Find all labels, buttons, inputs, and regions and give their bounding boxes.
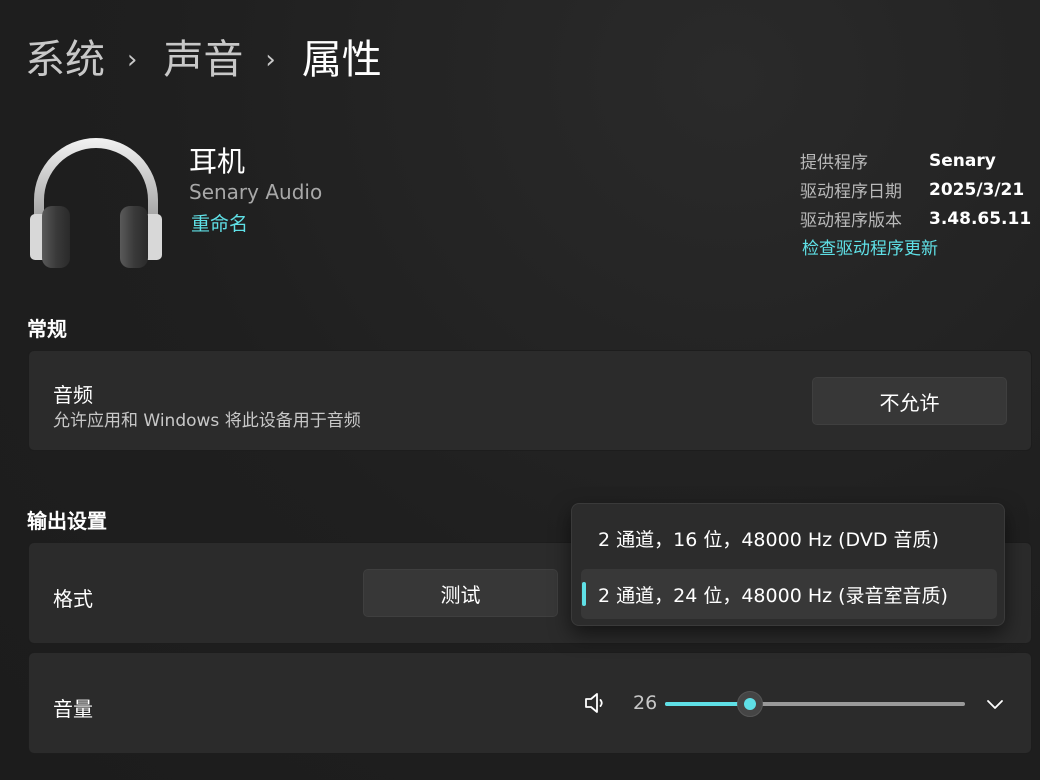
audio-card: 音频 允许应用和 Windows 将此设备用于音频 不允许 — [28, 350, 1032, 451]
breadcrumb-separator: › — [127, 45, 138, 75]
selected-indicator — [582, 582, 586, 606]
format-option-label: 2 通道，16 位，48000 Hz (DVD 音质) — [598, 529, 939, 551]
driver-date-row: 驱动程序日期 2025/3/21 — [800, 175, 1031, 204]
audio-description: 允许应用和 Windows 将此设备用于音频 — [53, 411, 361, 431]
breadcrumb: 系统 › 声音 › 属性 — [25, 30, 382, 90]
info-value: 2025/3/21 — [929, 179, 1025, 200]
rename-link[interactable]: 重命名 — [191, 209, 248, 236]
volume-title: 音量 — [53, 697, 93, 721]
speaker-icon[interactable] — [582, 690, 608, 716]
audio-title: 音频 — [53, 383, 93, 407]
info-label: 提供程序 — [800, 153, 868, 173]
volume-slider[interactable] — [665, 691, 965, 717]
driver-version-row: 驱动程序版本 3.48.65.11 — [800, 204, 1031, 233]
info-label: 驱动程序日期 — [800, 182, 902, 202]
disallow-button[interactable]: 不允许 — [812, 377, 1007, 425]
slider-thumb[interactable] — [737, 691, 763, 717]
format-option-label: 2 通道，24 位，48000 Hz (录音室音质) — [598, 585, 948, 607]
device-manufacturer: Senary Audio — [189, 180, 323, 204]
info-value: 3.48.65.11 — [929, 208, 1032, 229]
breadcrumb-separator: › — [265, 45, 276, 75]
info-value: Senary — [929, 150, 996, 171]
output-section-title: 输出设置 — [27, 509, 107, 533]
headphones-icon — [22, 130, 172, 275]
driver-provider-row: 提供程序 Senary — [800, 146, 1031, 175]
test-button[interactable]: 测试 — [363, 569, 558, 617]
check-driver-update-link[interactable]: 检查驱动程序更新 — [802, 234, 938, 259]
format-option-studio[interactable]: 2 通道，24 位，48000 Hz (录音室音质) — [581, 569, 997, 619]
driver-info: 提供程序 Senary 驱动程序日期 2025/3/21 驱动程序版本 3.48… — [800, 146, 1031, 233]
info-label: 驱动程序版本 — [800, 211, 902, 231]
volume-value: 26 — [633, 692, 658, 714]
breadcrumb-system[interactable]: 系统 — [25, 30, 105, 90]
device-name: 耳机 — [189, 145, 246, 178]
format-title: 格式 — [53, 587, 93, 611]
format-dropdown: 2 通道，16 位，48000 Hz (DVD 音质) 2 通道，24 位，48… — [571, 503, 1005, 626]
format-option-dvd[interactable]: 2 通道，16 位，48000 Hz (DVD 音质) — [581, 513, 997, 563]
breadcrumb-sound[interactable]: 声音 — [163, 30, 243, 90]
page-title: 属性 — [301, 37, 382, 83]
general-section-title: 常规 — [27, 317, 67, 341]
chevron-down-icon[interactable] — [984, 694, 1006, 714]
